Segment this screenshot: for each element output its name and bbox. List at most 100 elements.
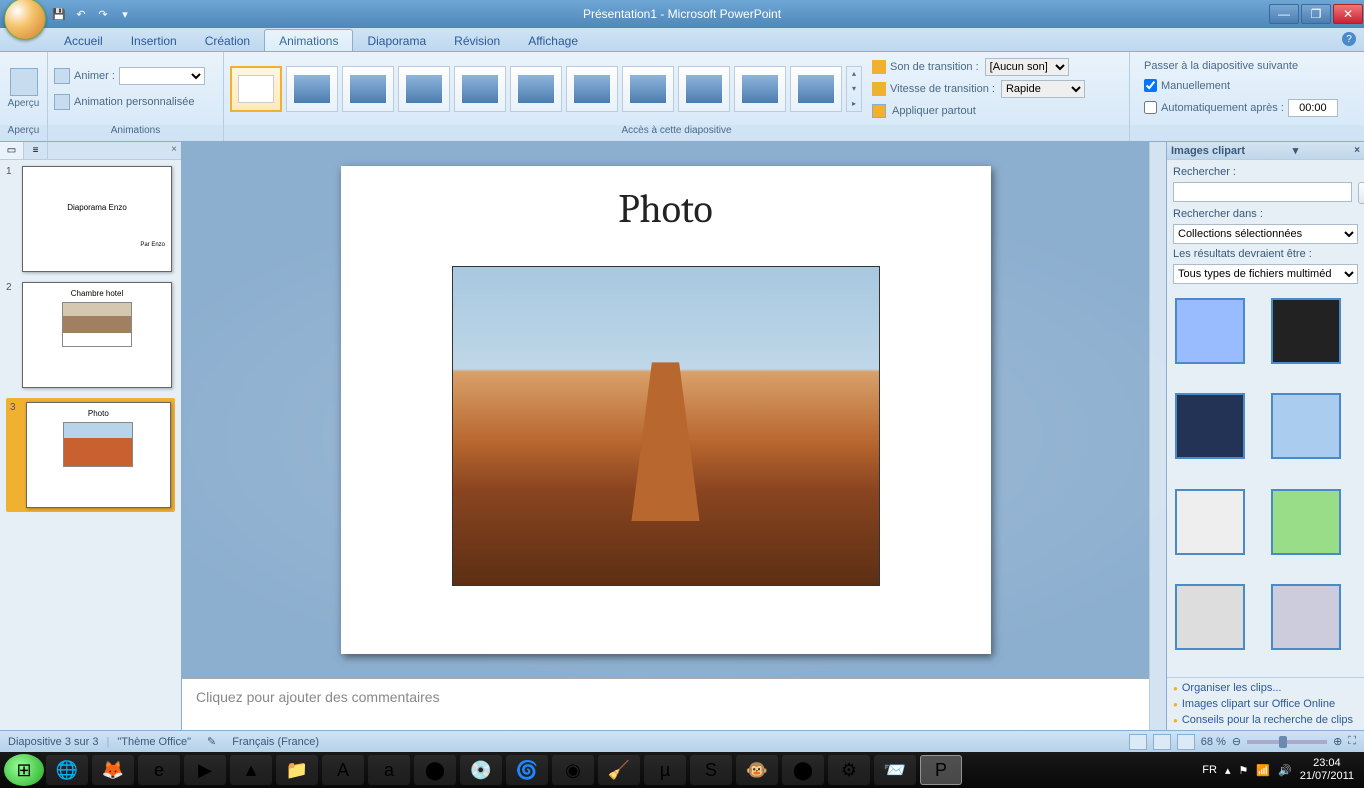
tray-flag-icon[interactable]: ⚑ [1238, 764, 1248, 777]
tab-revision[interactable]: Révision [440, 30, 514, 51]
taskbar-firefox-icon[interactable]: 🦊 [92, 755, 134, 785]
status-language[interactable]: Français (France) [232, 736, 319, 748]
clipart-thumb[interactable] [1271, 489, 1341, 555]
clipart-thumb[interactable] [1175, 584, 1245, 650]
clipart-thumb[interactable] [1175, 298, 1245, 364]
clipart-results-select[interactable]: Tous types de fichiers multiméd [1173, 264, 1358, 284]
minimize-button[interactable]: — [1269, 4, 1299, 24]
tray-network-icon[interactable]: 📶 [1256, 764, 1270, 777]
taskbar-app-icon[interactable]: ⬤ [782, 755, 824, 785]
clipart-search-input[interactable] [1173, 182, 1352, 202]
taskbar-chrome-icon[interactable]: 🌐 [46, 755, 88, 785]
transition-item[interactable] [286, 66, 338, 112]
taskbar-explorer-icon[interactable]: 📁 [276, 755, 318, 785]
clipart-searchin-select[interactable]: Collections sélectionnées [1173, 224, 1358, 244]
taskbar-ie-icon[interactable]: e [138, 755, 180, 785]
apercu-button[interactable]: Aperçu [6, 54, 41, 123]
undo-icon[interactable]: ↶ [72, 5, 90, 23]
clipart-ok-button[interactable]: OK [1358, 182, 1364, 204]
clipart-thumb[interactable] [1271, 298, 1341, 364]
taskbar-app-icon[interactable]: 🌀 [506, 755, 548, 785]
transition-none[interactable] [230, 66, 282, 112]
clipart-tips-link[interactable]: Conseils pour la recherche de clips [1173, 714, 1358, 726]
outline-tab-icon[interactable]: ≡ [24, 142, 48, 159]
animer-row[interactable]: Animer : [54, 65, 205, 87]
taskbar-adobe-icon[interactable]: A [322, 755, 364, 785]
slide-title[interactable]: Photo [341, 186, 991, 232]
tab-diaporama[interactable]: Diaporama [353, 30, 440, 51]
slideshow-view-button[interactable] [1177, 734, 1195, 750]
vertical-scrollbar[interactable] [1149, 142, 1166, 730]
clipart-close-icon[interactable]: × [1354, 145, 1360, 156]
taskbar-avast-icon[interactable]: a [368, 755, 410, 785]
transition-item[interactable] [734, 66, 786, 112]
fit-window-button[interactable]: ⛶ [1348, 735, 1356, 748]
slide-photo[interactable] [452, 266, 880, 586]
slides-tab-icon[interactable]: ▭ [0, 142, 24, 159]
tab-accueil[interactable]: Accueil [50, 30, 117, 51]
taskbar-powerpoint-icon[interactable]: P [920, 755, 962, 785]
advance-auto-checkbox[interactable]: Automatiquement après : [1144, 98, 1358, 118]
help-icon[interactable]: ? [1342, 32, 1356, 46]
tab-affichage[interactable]: Affichage [514, 30, 592, 51]
clipart-thumb[interactable] [1175, 489, 1245, 555]
taskbar-vlc-icon[interactable]: ▲ [230, 755, 272, 785]
clipart-thumb[interactable] [1271, 393, 1341, 459]
taskbar-picasa-icon[interactable]: ◉ [552, 755, 594, 785]
clipart-organize-link[interactable]: Organiser les clips... [1173, 682, 1358, 694]
zoom-out-button[interactable]: ⊖ [1232, 735, 1241, 748]
clipart-menu-icon[interactable]: ▾ [1293, 144, 1299, 157]
transition-sound-select[interactable]: [Aucun son] [985, 58, 1069, 76]
transition-item[interactable] [678, 66, 730, 112]
start-button[interactable]: ⊞ [4, 754, 44, 786]
animation-perso-button[interactable]: Animation personnalisée [54, 91, 205, 113]
qat-more-icon[interactable]: ▾ [116, 5, 134, 23]
slide-canvas[interactable]: Photo [182, 142, 1149, 678]
slide-thumbnail-3[interactable]: Photo [26, 402, 171, 508]
taskbar-app-icon[interactable]: ⚙ [828, 755, 870, 785]
notes-pane[interactable]: Cliquez pour ajouter des commentaires [182, 678, 1149, 730]
advance-time-input[interactable] [1288, 99, 1338, 117]
spellcheck-icon[interactable]: ✎ [207, 735, 216, 748]
taskbar-wmp-icon[interactable]: ▶ [184, 755, 226, 785]
tray-lang[interactable]: FR [1202, 764, 1217, 776]
taskbar-app-icon[interactable]: 🧹 [598, 755, 640, 785]
clipart-thumb[interactable] [1175, 393, 1245, 459]
transition-item[interactable] [342, 66, 394, 112]
slides-panel-close[interactable]: × [171, 144, 177, 155]
clipart-online-link[interactable]: Images clipart sur Office Online [1173, 698, 1358, 710]
current-slide[interactable]: Photo [341, 166, 991, 654]
normal-view-button[interactable] [1129, 734, 1147, 750]
close-button[interactable]: ✕ [1333, 4, 1363, 24]
transition-item[interactable] [510, 66, 562, 112]
slide-thumbnail-2[interactable]: Chambre hotel [22, 282, 172, 388]
tray-volume-icon[interactable]: 🔊 [1278, 764, 1292, 777]
tray-clock[interactable]: 23:04 21/07/2011 [1300, 757, 1354, 783]
slide-thumbnail-1[interactable]: Diaporama Enzo Par Enzo [22, 166, 172, 272]
transition-item[interactable] [398, 66, 450, 112]
maximize-button[interactable]: ❐ [1301, 4, 1331, 24]
office-button[interactable] [4, 0, 46, 40]
tab-creation[interactable]: Création [191, 30, 264, 51]
transition-item[interactable] [454, 66, 506, 112]
taskbar-app-icon[interactable]: 💿 [460, 755, 502, 785]
zoom-in-button[interactable]: ⊕ [1333, 735, 1342, 748]
transition-item[interactable] [790, 66, 842, 112]
clipart-thumb[interactable] [1271, 584, 1341, 650]
tab-insertion[interactable]: Insertion [117, 30, 191, 51]
transition-item[interactable] [622, 66, 674, 112]
taskbar-app-icon[interactable]: 🐵 [736, 755, 778, 785]
redo-icon[interactable]: ↷ [94, 5, 112, 23]
apply-all-button[interactable]: Appliquer partout [872, 101, 1085, 121]
advance-manual-checkbox[interactable]: Manuellement [1144, 76, 1358, 96]
transition-speed-select[interactable]: Rapide [1001, 80, 1085, 98]
transition-item[interactable] [566, 66, 618, 112]
taskbar-app-icon[interactable]: 📨 [874, 755, 916, 785]
tray-more-icon[interactable]: ▴ [1225, 764, 1231, 777]
save-icon[interactable]: 💾 [50, 5, 68, 23]
zoom-slider[interactable] [1247, 740, 1327, 744]
taskbar-utorrent-icon[interactable]: µ [644, 755, 686, 785]
taskbar-app-icon[interactable]: ⬤ [414, 755, 456, 785]
sorter-view-button[interactable] [1153, 734, 1171, 750]
transition-gallery-more[interactable]: ▴▾▸ [846, 66, 862, 112]
